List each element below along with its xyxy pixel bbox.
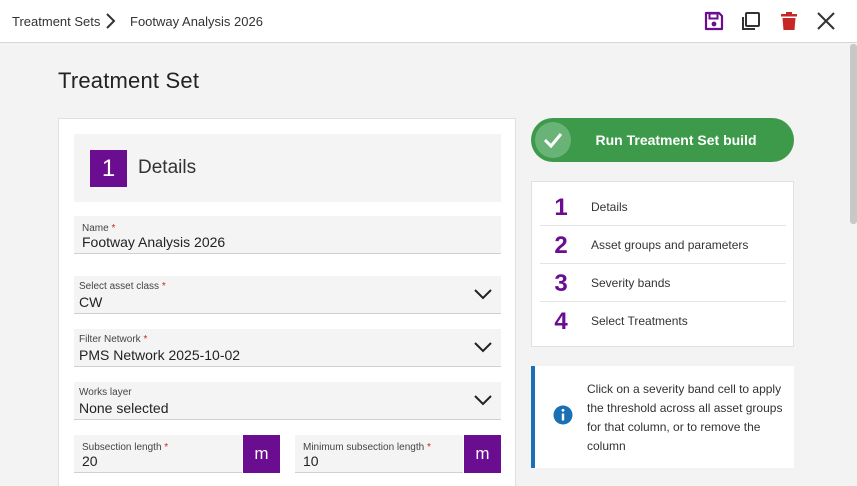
asset-class-select[interactable]: Select asset class * CW xyxy=(74,276,501,314)
subsection-length-value: 20 xyxy=(82,453,98,469)
min-subsection-length-input[interactable]: Minimum subsection length * 10 xyxy=(295,435,463,473)
info-callout: Click on a severity band cell to apply t… xyxy=(531,366,794,468)
subsection-length-label: Subsection length * xyxy=(82,442,169,453)
chevron-down-icon xyxy=(474,395,492,406)
min-subsection-length-label: Minimum subsection length * xyxy=(303,442,431,453)
step-label: Asset groups and parameters xyxy=(591,238,749,252)
step-details[interactable]: 1 Details xyxy=(540,188,786,226)
filter-network-value: PMS Network 2025-10-02 xyxy=(79,347,241,363)
name-field[interactable]: Name * Footway Analysis 2026 xyxy=(74,216,501,254)
chevron-right-icon xyxy=(106,13,116,29)
filter-network-select[interactable]: Filter Network * PMS Network 2025-10-02 xyxy=(74,329,501,367)
works-layer-label: Works layer xyxy=(79,387,132,398)
step-number: 3 xyxy=(554,270,568,297)
run-build-button[interactable]: Run Treatment Set build xyxy=(531,118,794,162)
works-layer-value: None selected xyxy=(79,400,169,416)
min-subsection-length-unit: m xyxy=(464,435,501,473)
top-bar: Treatment Sets Footway Analysis 2026 xyxy=(0,0,857,43)
info-text: Click on a severity band cell to apply t… xyxy=(587,382,783,453)
save-icon[interactable] xyxy=(703,10,725,32)
step-label: Select Treatments xyxy=(591,314,688,328)
info-icon xyxy=(553,405,573,425)
chevron-down-icon xyxy=(474,289,492,300)
delete-icon[interactable] xyxy=(778,10,800,32)
breadcrumb-parent-link[interactable]: Treatment Sets xyxy=(12,14,100,29)
works-layer-select[interactable]: Works layer None selected xyxy=(74,382,501,420)
chevron-down-icon xyxy=(474,342,492,353)
page-title: Treatment Set xyxy=(58,68,200,93)
run-build-label: Run Treatment Set build xyxy=(595,132,757,148)
step-select-treatments[interactable]: 4 Select Treatments xyxy=(540,302,786,340)
step-label: Severity bands xyxy=(591,276,671,290)
step-severity-bands[interactable]: 3 Severity bands xyxy=(540,264,786,302)
filter-network-label: Filter Network * xyxy=(79,334,148,345)
step-asset-groups[interactable]: 2 Asset groups and parameters xyxy=(540,226,786,264)
section-title: Details xyxy=(138,157,197,178)
scrollbar-thumb[interactable] xyxy=(850,44,857,224)
name-value: Footway Analysis 2026 xyxy=(82,234,226,250)
asset-class-value: CW xyxy=(79,294,103,310)
step-number: 1 xyxy=(554,194,568,221)
section-header: 1 Details xyxy=(74,134,501,202)
step-number: 2 xyxy=(554,232,568,259)
asset-class-label: Select asset class * xyxy=(79,281,166,292)
step-number: 4 xyxy=(554,308,568,335)
steps-nav: 1 Details 2 Asset groups and parameters … xyxy=(531,181,794,347)
subsection-length-input[interactable]: Subsection length * 20 xyxy=(74,435,242,473)
copy-icon[interactable] xyxy=(740,10,762,32)
name-label: Name * xyxy=(82,223,116,234)
section-number: 1 xyxy=(90,150,127,187)
check-icon xyxy=(535,122,571,158)
step-label: Details xyxy=(591,200,628,214)
subsection-length-unit: m xyxy=(243,435,280,473)
close-icon[interactable] xyxy=(815,10,837,32)
breadcrumb-current: Footway Analysis 2026 xyxy=(130,14,263,29)
details-panel: 1 Details Name * Footway Analysis 2026 S… xyxy=(58,118,516,486)
min-subsection-length-value: 10 xyxy=(303,453,319,469)
